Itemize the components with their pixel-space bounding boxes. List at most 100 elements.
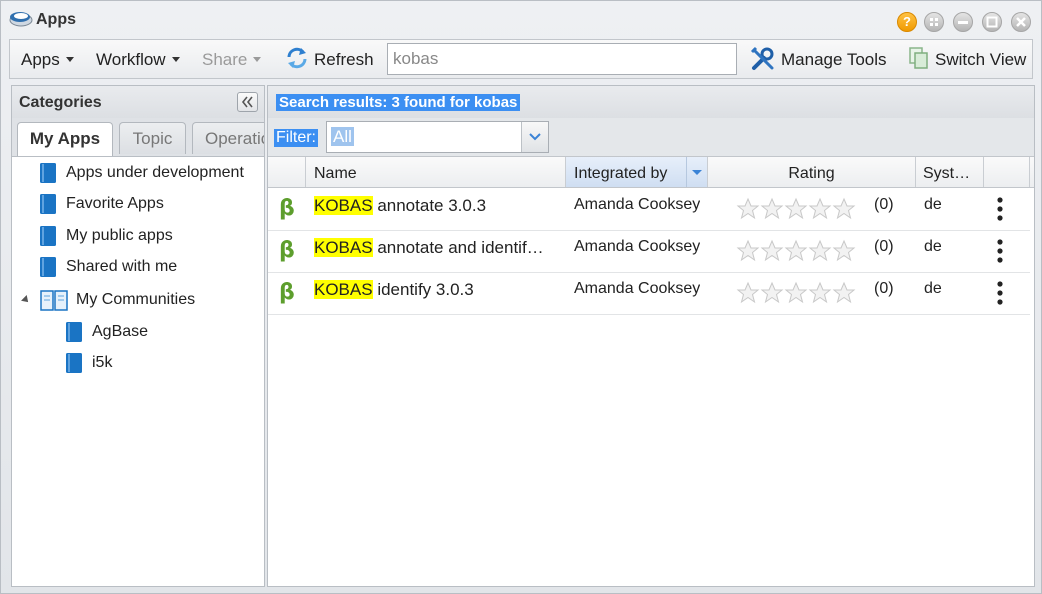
double-chevron-left-icon	[241, 96, 253, 108]
column-header-label: Integrated by	[574, 165, 668, 182]
column-header-system[interactable]: Syst…	[916, 157, 984, 187]
app-name-link[interactable]: KOBAS annotate and identif…	[314, 238, 564, 258]
more-options-icon[interactable]	[997, 238, 1003, 264]
table-row[interactable]: β KOBAS annotate 3.0.3 Amanda Cooksey (0…	[268, 188, 1030, 231]
tab-operation[interactable]: Operation	[192, 122, 264, 154]
tab-my-apps[interactable]: My Apps	[17, 122, 113, 156]
star-icon	[832, 239, 856, 262]
system-id: de	[924, 238, 942, 255]
manage-tools-button[interactable]: Manage Tools	[781, 50, 887, 70]
tree-item-my-communities[interactable]: My Communities	[39, 286, 195, 314]
apps-window: Apps ? Apps Workflow Share Refresh kobas…	[0, 0, 1042, 594]
system-id: de	[924, 196, 942, 213]
filter-select[interactable]: All	[326, 121, 549, 153]
tree-item-agbase[interactable]: AgBase	[65, 318, 148, 346]
star-icon	[736, 197, 760, 220]
more-options-icon[interactable]	[997, 196, 1003, 222]
tree-item-label: Apps under development	[66, 164, 244, 181]
integrator-name: Amanda Cooksey	[574, 280, 701, 297]
app-name-link[interactable]: KOBAS identify 3.0.3	[314, 280, 564, 300]
grid-icon[interactable]	[924, 12, 944, 32]
categories-header: Categories	[12, 86, 264, 118]
tree-item-label: My public apps	[66, 227, 173, 244]
chevron-down-icon	[253, 57, 262, 62]
tree-item-favorite-apps[interactable]: Favorite Apps	[39, 190, 164, 218]
book-icon	[66, 322, 82, 342]
rating-stars[interactable]	[736, 239, 856, 263]
search-input[interactable]	[387, 43, 737, 75]
column-header-integrated-by[interactable]: Integrated by	[566, 157, 708, 187]
filter-bar: Filter: All	[268, 118, 1034, 157]
star-icon	[784, 197, 808, 220]
tree-item-my-public-apps[interactable]: My public apps	[39, 222, 173, 250]
chevron-down-icon	[65, 57, 74, 62]
maximize-icon[interactable]	[982, 12, 1002, 32]
column-menu-button[interactable]	[686, 157, 707, 187]
switch-view-button[interactable]: Switch View	[935, 50, 1026, 70]
tree-item-i5k[interactable]: i5k	[65, 349, 112, 377]
refresh-icon[interactable]	[285, 46, 309, 70]
apps-menu-label: Apps	[21, 50, 60, 69]
star-icon	[808, 197, 832, 220]
app-name-link[interactable]: KOBAS annotate 3.0.3	[314, 196, 564, 216]
title-bar[interactable]: Apps ?	[1, 1, 1041, 39]
results-summary: Search results: 3 found for kobas	[276, 94, 521, 111]
star-icon	[736, 239, 760, 262]
book-icon	[40, 226, 56, 246]
tree-item-shared-with-me[interactable]: Shared with me	[39, 253, 177, 281]
help-icon[interactable]: ?	[897, 12, 917, 32]
star-icon	[760, 281, 784, 304]
tab-topic[interactable]: Topic	[119, 122, 186, 154]
expand-toggle-icon[interactable]	[21, 295, 31, 305]
filter-label: Filter:	[274, 129, 318, 147]
beta-icon: β	[279, 196, 295, 221]
minimize-icon[interactable]	[953, 12, 973, 32]
table-row[interactable]: β KOBAS annotate and identif… Amanda Coo…	[268, 230, 1030, 273]
tree-item-label: i5k	[92, 354, 113, 371]
category-tabs: My Apps Topic Operation	[12, 118, 264, 157]
integrator-name: Amanda Cooksey	[574, 196, 701, 213]
workflow-menu-button[interactable]: Workflow	[96, 50, 180, 70]
grid-header: Name Integrated by Rating Syst…	[268, 157, 1034, 188]
tree-item-label: My Communities	[76, 291, 196, 308]
column-header-actions[interactable]	[984, 157, 1030, 187]
tree-item-apps-under-development[interactable]: Apps under development	[39, 159, 244, 187]
workflow-menu-label: Workflow	[96, 50, 166, 69]
refresh-button[interactable]: Refresh	[314, 50, 374, 70]
chevron-down-icon	[692, 170, 702, 175]
column-header-icon[interactable]	[268, 157, 306, 187]
wrench-icon[interactable]	[750, 46, 776, 72]
chevron-down-icon	[171, 57, 180, 62]
filter-dropdown-button[interactable]	[521, 122, 548, 152]
rating-count: (0)	[874, 280, 894, 297]
chevron-down-icon	[529, 133, 541, 141]
rating-count: (0)	[874, 238, 894, 255]
rating-count: (0)	[874, 196, 894, 213]
tree-item-label: AgBase	[92, 323, 149, 340]
collapse-panel-button[interactable]	[237, 92, 258, 112]
filter-value: All	[331, 127, 354, 146]
apps-menu-button[interactable]: Apps	[21, 50, 74, 70]
star-icon	[760, 239, 784, 262]
rating-stars[interactable]	[736, 197, 856, 221]
app-logo-icon	[9, 12, 33, 27]
star-icon	[832, 197, 856, 220]
tree-item-label: Shared with me	[66, 258, 178, 275]
more-options-icon[interactable]	[997, 280, 1003, 306]
table-row[interactable]: β KOBAS identify 3.0.3 Amanda Cooksey (0…	[268, 272, 1030, 315]
integrator-name: Amanda Cooksey	[574, 238, 701, 255]
window-title: Apps	[36, 11, 76, 28]
star-icon	[784, 281, 808, 304]
share-menu-button[interactable]: Share	[202, 50, 262, 70]
column-header-name[interactable]: Name	[306, 157, 566, 187]
star-icon	[760, 197, 784, 220]
column-header-rating[interactable]: Rating	[708, 157, 916, 187]
app-name-rest: annotate and identif…	[372, 238, 544, 257]
close-icon[interactable]	[1011, 12, 1031, 32]
categories-panel: Categories My Apps Topic Operation Apps …	[11, 85, 265, 587]
search-highlight: KOBAS	[314, 280, 373, 299]
switch-view-icon[interactable]	[908, 46, 930, 70]
book-icon	[40, 163, 56, 183]
categories-title: Categories	[19, 94, 102, 111]
rating-stars[interactable]	[736, 281, 856, 305]
